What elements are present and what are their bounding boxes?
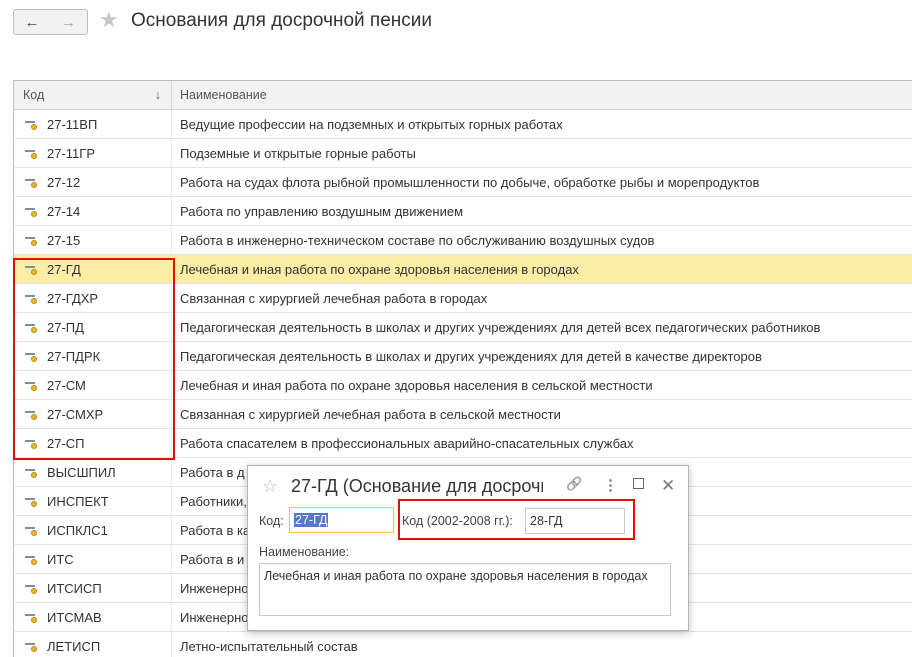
row-name: Подземные и открытые горные работы (180, 145, 416, 161)
cell-code: ЛЕТИСП (14, 632, 172, 657)
catalog-item-icon (24, 495, 38, 507)
row-code: 27-11ВП (47, 116, 98, 132)
catalog-item-icon (24, 640, 38, 652)
catalog-item-icon (24, 176, 38, 188)
cell-code: ИТСМАВ (14, 603, 172, 631)
row-name: Работа на судах флота рыбной промышленно… (180, 174, 760, 190)
row-code: 27-14 (47, 203, 81, 219)
code-label: Код: (259, 514, 284, 528)
table-row[interactable]: 27-11ГР Подземные и открытые горные работ… (14, 139, 912, 168)
row-name: Работа по управлению воздушным движением (180, 203, 464, 219)
cell-code: ИСПКЛС1 (14, 516, 172, 544)
table-header: Код ↓ Наименование (14, 81, 912, 110)
catalog-item-icon (24, 147, 38, 159)
row-code: ИНСПЕКТ (47, 493, 109, 509)
forward-button[interactable]: → (50, 9, 88, 35)
catalog-item-icon (24, 118, 38, 130)
catalog-item-icon (24, 582, 38, 594)
table-row[interactable]: ЛЕТИСП Летно-испытательный состав (14, 632, 912, 657)
name-label: Наименование: (259, 545, 350, 559)
popup-title: 27-ГД (Основание для досрочной пенсии) (291, 476, 543, 496)
cell-code: ВЫСШПИЛ (14, 458, 172, 486)
row-name: Педагогическая деятельность в школах и д… (180, 348, 762, 364)
cell-code: 27-12 (14, 168, 172, 196)
row-code: ИТСИСП (47, 580, 102, 596)
more-options-icon[interactable]: ⋮ (603, 476, 618, 494)
close-icon[interactable]: ✕ (661, 476, 675, 496)
row-name: Летно-испытательный состав (180, 638, 358, 654)
cell-code: 27-15 (14, 226, 172, 254)
row-name: Ведущие профессии на подземных и открыты… (180, 116, 563, 132)
catalog-item-icon (24, 205, 38, 217)
link-icon[interactable]: 🔗 (566, 476, 582, 492)
highlight-frame-codes (13, 258, 175, 460)
catalog-item-icon (24, 466, 38, 478)
row-code: ИТС (47, 551, 74, 567)
row-name: Педагогическая деятельность в школах и д… (180, 319, 821, 335)
column-header-name[interactable]: Наименование (172, 81, 267, 109)
catalog-item-icon (24, 611, 38, 623)
cell-code: ИТСИСП (14, 574, 172, 602)
row-code: ВЫСШПИЛ (47, 464, 116, 480)
maximize-icon[interactable] (633, 478, 644, 489)
cell-code: ИНСПЕКТ (14, 487, 172, 515)
table-row[interactable]: 27-11ВП Ведущие профессии на подземных и … (14, 110, 912, 139)
name-field[interactable]: Лечебная и иная работа по охране здоровь… (259, 563, 671, 616)
table-row[interactable]: 27-12 Работа на судах флота рыбной промыш… (14, 168, 912, 197)
catalog-item-icon (24, 553, 38, 565)
row-name: Связанная с хирургией лечебная работа в … (180, 406, 561, 422)
row-name: Работа спасателем в профессиональных ава… (180, 435, 634, 451)
item-form-popup: ☆ 27-ГД (Основание для досрочной пенсии)… (247, 465, 689, 631)
table-row[interactable]: 27-15 Работа в инженерно-техническом сост… (14, 226, 912, 255)
highlight-frame-code-2002-2008 (398, 499, 635, 540)
page-title: Основания для досрочной пенсии (131, 10, 432, 31)
row-code: 27-15 (47, 232, 81, 248)
code-field[interactable]: 27-ГД (289, 507, 394, 533)
row-name: Работа в и (180, 551, 245, 567)
row-name: Работники, (180, 493, 247, 509)
cell-code: 27-11ВП (14, 110, 172, 138)
row-code: ЛЕТИСП (47, 638, 101, 654)
row-code: ИСПКЛС1 (47, 522, 108, 538)
sort-down-icon: ↓ (154, 88, 161, 102)
row-code: ИТСМАВ (47, 609, 102, 625)
catalog-item-icon (24, 524, 38, 536)
row-name: Связанная с хирургией лечебная работа в … (180, 290, 488, 306)
arrow-right-icon: → (61, 13, 76, 31)
row-name: Лечебная и иная работа по охране здоровь… (180, 377, 653, 393)
row-name: Работа в ка (180, 522, 251, 538)
cell-code: 27-11ГР (14, 139, 172, 167)
row-name: Инженерно (180, 580, 249, 596)
row-name: Работа в инженерно-техническом составе п… (180, 232, 655, 248)
catalog-item-icon (24, 234, 38, 246)
cell-code: 27-14 (14, 197, 172, 225)
favorite-star-icon[interactable]: ☆ (262, 476, 278, 497)
row-code: 27-11ГР (47, 145, 95, 161)
column-header-code[interactable]: Код ↓ (14, 81, 172, 109)
back-button[interactable]: ← (13, 9, 51, 35)
row-code: 27-12 (47, 174, 81, 190)
arrow-left-icon: ← (24, 13, 40, 31)
favorite-star-icon[interactable]: ★ (99, 9, 119, 31)
row-name: Лечебная и иная работа по охране здоровь… (180, 261, 579, 277)
cell-code: ИТС (14, 545, 172, 573)
table-row[interactable]: 27-14 Работа по управлению воздушным движ… (14, 197, 912, 226)
